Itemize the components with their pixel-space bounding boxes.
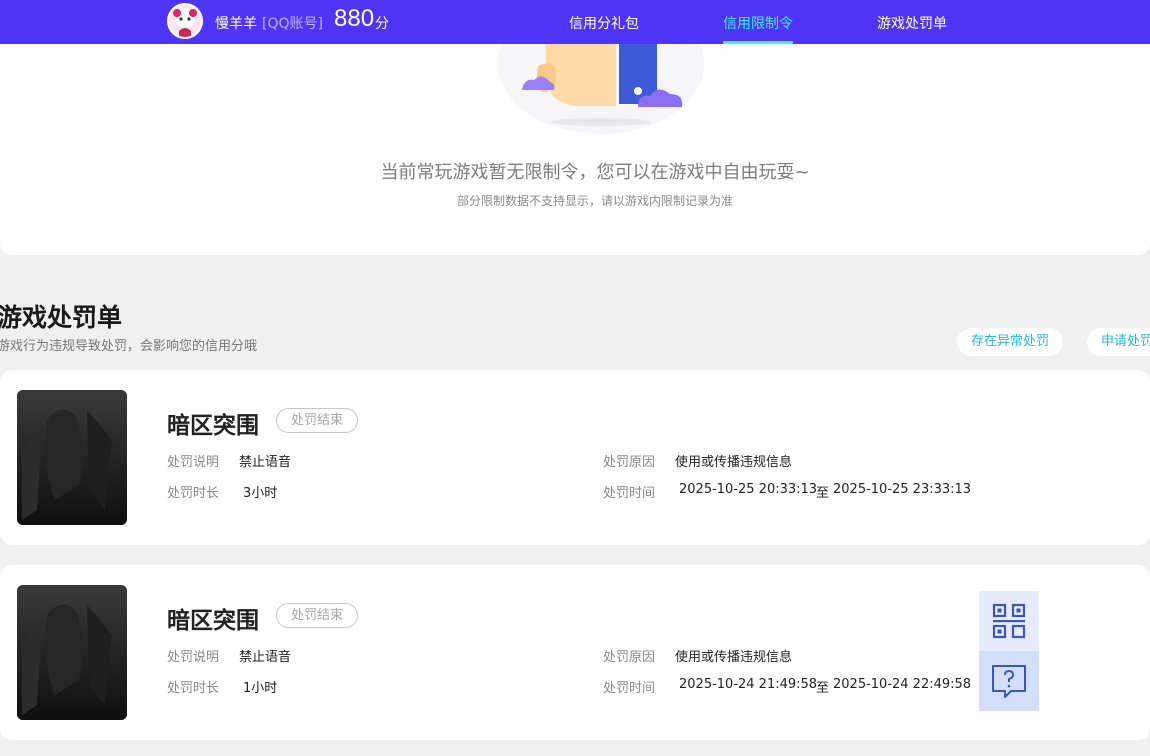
empty-state-illustration <box>498 44 704 134</box>
penalty-card: 暗区突围 处罚结束 处罚说明 禁止语音 处罚时长 1小时 处罚原因 使用或传播违… <box>0 565 1150 740</box>
abnormal-penalty-button[interactable]: 存在异常处罚 <box>957 328 1064 356</box>
restriction-card: 当前常玩游戏暂无限制令，您可以在游戏中自由玩耍~ 部分限制数据不支持显示，请以游… <box>0 44 1150 255</box>
time-label: 处罚时间 <box>603 681 656 696</box>
time-separator: 至 <box>816 486 830 501</box>
time-end: 2025-10-25 23:33:13 <box>833 482 972 497</box>
reason-label: 处罚原因 <box>603 650 656 665</box>
help-chat-icon <box>992 665 1026 698</box>
duration-label: 处罚时长 <box>167 681 220 696</box>
no-restriction-message: 当前常玩游戏暂无限制令，您可以在游戏中自由玩耍~ <box>380 162 810 183</box>
reason-value: 使用或传播违规信息 <box>675 455 793 470</box>
description-label: 处罚说明 <box>167 455 220 470</box>
credit-score: 880 <box>334 5 375 32</box>
nav-game-penalty[interactable]: 游戏处罚单 <box>877 13 947 33</box>
help-button[interactable] <box>979 651 1039 711</box>
description-value: 禁止语音 <box>239 455 292 470</box>
penalty-card: 暗区突围 处罚结束 处罚说明 禁止语音 处罚时长 3小时 处罚原因 使用或传播违… <box>0 370 1150 545</box>
time-start: 2025-10-24 21:49:58 <box>679 677 818 692</box>
top-bar: 慢羊羊 [QQ账号] 880 分 信用分礼包 信用限制令 游戏处罚单 <box>0 0 1150 44</box>
game-thumbnail <box>17 390 127 525</box>
appeal-penalty-button[interactable]: 申请处罚 <box>1087 328 1150 356</box>
nav-credit-gift[interactable]: 信用分礼包 <box>569 13 639 33</box>
account-type: [QQ账号] <box>262 16 323 32</box>
restriction-note: 部分限制数据不支持显示，请以游戏内限制记录为准 <box>456 194 733 208</box>
username: 慢羊羊 <box>215 16 257 32</box>
nav-credit-restriction[interactable]: 信用限制令 <box>723 13 793 33</box>
time-end: 2025-10-24 22:49:58 <box>833 677 972 692</box>
credit-score-unit: 分 <box>375 16 389 32</box>
duration-value: 1小时 <box>243 681 278 696</box>
nav-active-underline <box>723 41 793 44</box>
user-avatar[interactable] <box>167 3 203 39</box>
time-separator: 至 <box>816 681 830 696</box>
status-badge: 处罚结束 <box>276 408 359 433</box>
qr-code-icon <box>992 603 1026 639</box>
reason-value: 使用或传播违规信息 <box>675 650 793 665</box>
duration-value: 3小时 <box>243 486 278 501</box>
reason-label: 处罚原因 <box>603 455 656 470</box>
game-name: 暗区突围 <box>167 608 259 634</box>
time-label: 处罚时间 <box>603 486 656 501</box>
description-value: 禁止语音 <box>239 650 292 665</box>
status-badge: 处罚结束 <box>276 603 359 628</box>
time-start: 2025-10-25 20:33:13 <box>679 482 818 497</box>
duration-label: 处罚时长 <box>167 486 220 501</box>
penalty-section-title: 游戏处罚单 <box>0 303 123 332</box>
penalty-section-subtitle: 游戏行为违规导致处罚，会影响您的信用分哦 <box>0 339 258 354</box>
description-label: 处罚说明 <box>167 650 220 665</box>
qr-code-button[interactable] <box>979 591 1039 651</box>
game-name: 暗区突围 <box>167 413 259 439</box>
game-thumbnail <box>17 585 127 720</box>
